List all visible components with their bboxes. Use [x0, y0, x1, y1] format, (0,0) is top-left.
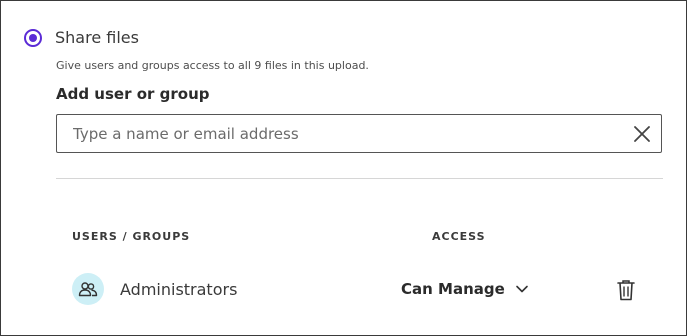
- trash-icon[interactable]: [616, 279, 636, 301]
- access-header: ACCESS: [432, 230, 486, 243]
- add-user-label: Add user or group: [56, 85, 210, 103]
- share-panel: Share files Give users and groups access…: [0, 0, 687, 336]
- share-files-label: Share files: [55, 28, 139, 47]
- share-files-option[interactable]: Share files: [24, 28, 139, 47]
- avatar: [72, 273, 104, 305]
- add-user-input[interactable]: [73, 115, 613, 152]
- chevron-down-icon: [515, 285, 528, 293]
- users-groups-header: USERS / GROUPS: [72, 230, 191, 243]
- radio-selected-dot: [29, 33, 37, 42]
- row-name: Administrators: [120, 279, 238, 299]
- share-files-radio[interactable]: [24, 28, 42, 47]
- add-user-field: [56, 114, 662, 153]
- access-value: Can Manage: [401, 280, 505, 298]
- access-dropdown[interactable]: Can Manage: [401, 280, 529, 298]
- group-icon: [78, 282, 98, 297]
- table-row: Administrators: [72, 273, 237, 305]
- share-help-text: Give users and groups access to all 9 fi…: [56, 59, 369, 72]
- clear-icon[interactable]: [633, 125, 651, 143]
- section-divider: [56, 178, 663, 179]
